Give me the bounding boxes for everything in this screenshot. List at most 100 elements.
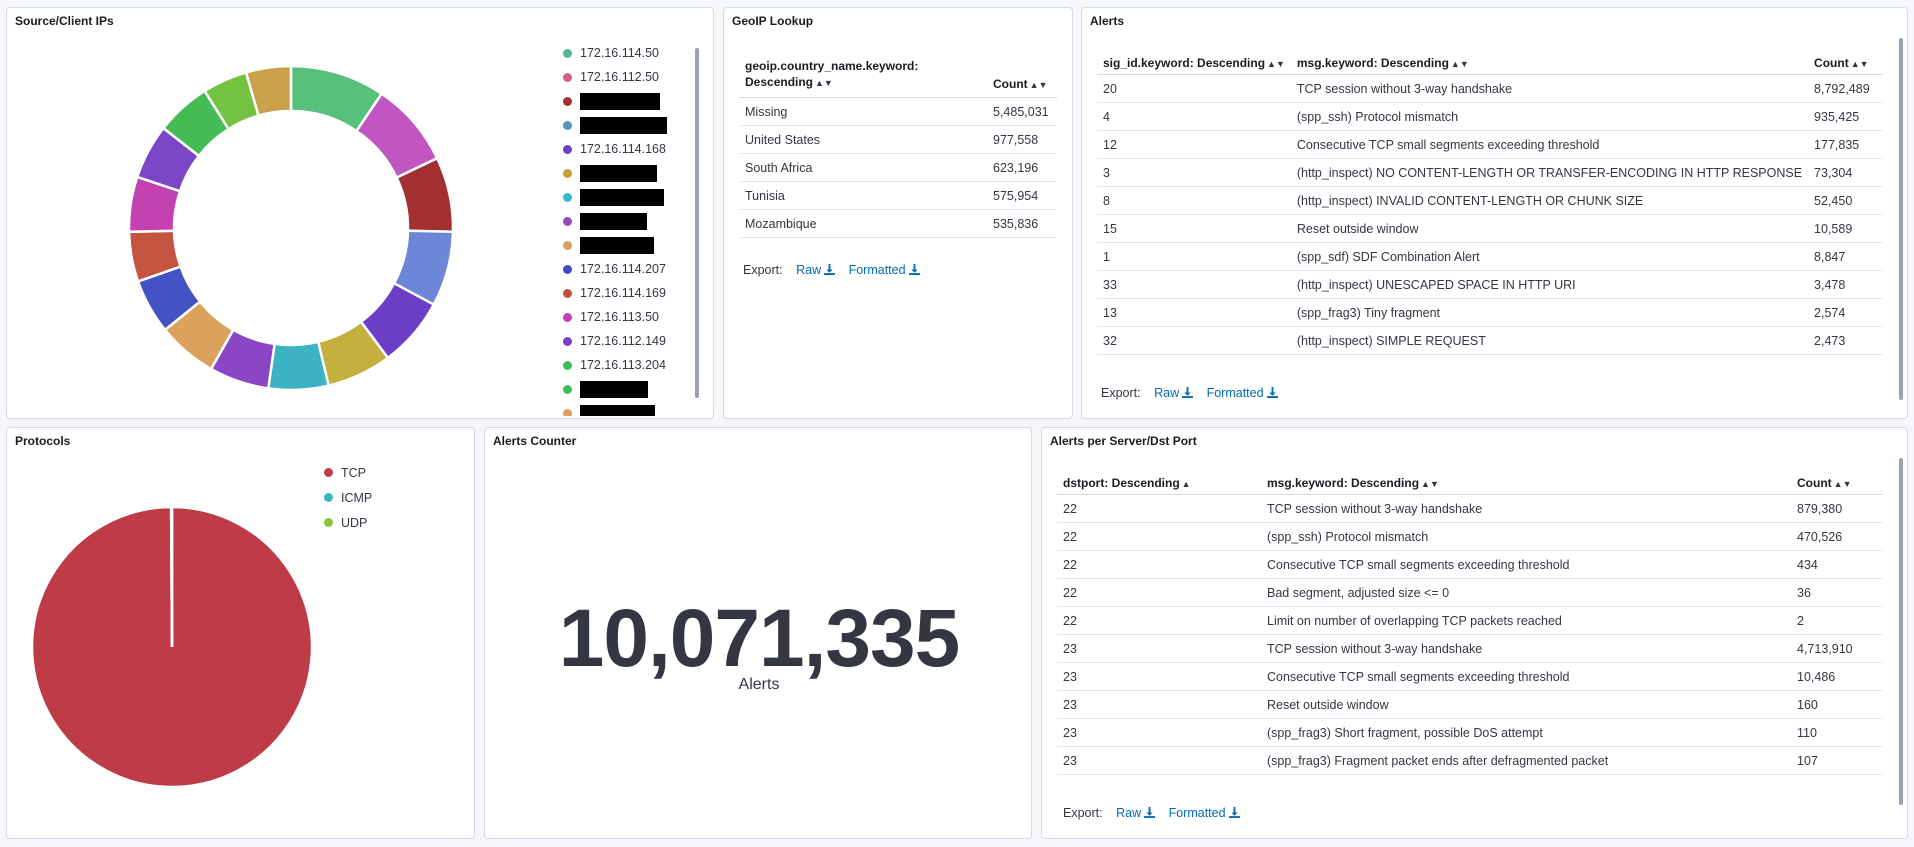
legend-color-dot bbox=[563, 240, 572, 250]
legend-item[interactable]: 172.16.114.207 bbox=[563, 257, 683, 281]
table-cell: 15 bbox=[1097, 214, 1291, 243]
export-label: Export: bbox=[743, 263, 783, 277]
export-label: Export: bbox=[1101, 386, 1141, 400]
legend-label: 172.16.114.207 bbox=[580, 262, 666, 276]
legend-color-dot bbox=[563, 384, 572, 394]
table-cell: 8,847 bbox=[1808, 242, 1883, 271]
table-row: 32 (http_inspect) SIMPLE REQUEST 2,473 bbox=[1097, 326, 1883, 355]
panel-title: Alerts per Server/Dst Port bbox=[1050, 434, 1197, 448]
legend-color-dot bbox=[563, 96, 572, 106]
table-cell: (spp_ssh) Protocol mismatch bbox=[1261, 522, 1791, 551]
alerts-port-msg-header[interactable]: msg.keyword: Descending ▲▼ bbox=[1261, 472, 1791, 495]
export-raw-link[interactable]: Raw bbox=[796, 263, 836, 277]
export-formatted-link[interactable]: Formatted bbox=[849, 263, 920, 277]
table-row: Missing 5,485,031 bbox=[739, 97, 1057, 126]
table-cell: Consecutive TCP small segments exceeding… bbox=[1261, 550, 1791, 579]
redacted-label bbox=[580, 188, 664, 206]
table-cell: 535,836 bbox=[987, 209, 1057, 238]
legend-item[interactable] bbox=[563, 89, 683, 113]
legend-item[interactable]: TCP bbox=[324, 460, 372, 485]
legend-item[interactable] bbox=[563, 377, 683, 401]
alerts-per-port-scrollbar[interactable] bbox=[1899, 458, 1903, 805]
export-raw-link[interactable]: Raw bbox=[1154, 386, 1194, 400]
legend-item[interactable]: UDP bbox=[324, 510, 372, 535]
geoip-country-header[interactable]: geoip.country_name.keyword: Descending ▲▼ bbox=[739, 54, 987, 98]
table-cell: TCP session without 3-way handshake bbox=[1290, 74, 1809, 103]
export-formatted-link[interactable]: Formatted bbox=[1207, 386, 1278, 400]
legend-item[interactable]: 172.16.114.169 bbox=[563, 281, 683, 305]
download-icon bbox=[1228, 807, 1240, 818]
table-cell: 935,425 bbox=[1808, 102, 1883, 131]
geoip-count-header[interactable]: Count ▲▼ bbox=[987, 54, 1057, 98]
table-cell: 470,526 bbox=[1791, 522, 1883, 551]
table-cell: 36 bbox=[1791, 578, 1883, 607]
export-raw-link[interactable]: Raw bbox=[1116, 806, 1156, 820]
table-cell: Reset outside window bbox=[1290, 214, 1809, 243]
table-cell: 22 bbox=[1057, 578, 1261, 607]
legend-item[interactable]: 172.16.113.204 bbox=[563, 353, 683, 377]
geoip-panel: GeoIP Lookup geoip.country_name.keyword:… bbox=[723, 7, 1073, 419]
table-cell: Limit on number of overlapping TCP packe… bbox=[1261, 606, 1791, 635]
alerts-counter-panel: Alerts Counter 10,071,335 Alerts bbox=[484, 427, 1032, 839]
table-row: 4 (spp_ssh) Protocol mismatch 935,425 bbox=[1097, 102, 1883, 131]
table-cell: 2,473 bbox=[1808, 326, 1883, 355]
legend-item[interactable] bbox=[563, 209, 683, 233]
alerts-count-header[interactable]: Count ▲▼ bbox=[1808, 52, 1883, 75]
legend-item[interactable]: 172.16.112.50 bbox=[563, 65, 683, 89]
table-cell: 575,954 bbox=[987, 181, 1057, 210]
table-cell: 434 bbox=[1791, 550, 1883, 579]
table-cell: 8 bbox=[1097, 186, 1291, 215]
legend-color-dot bbox=[563, 216, 572, 226]
alerts-port-count-header[interactable]: Count ▲▼ bbox=[1791, 472, 1883, 495]
legend-item[interactable]: ICMP bbox=[324, 485, 372, 510]
table-cell: 32 bbox=[1097, 326, 1291, 355]
protocols-panel: Protocols TCP ICMP UDP bbox=[6, 427, 475, 839]
table-cell: 107 bbox=[1791, 746, 1883, 775]
table-row: 1 (spp_sdf) SDF Combination Alert 8,847 bbox=[1097, 242, 1883, 271]
table-cell: 5,485,031 bbox=[987, 97, 1057, 126]
legend-item[interactable] bbox=[563, 401, 683, 416]
legend-item[interactable]: 172.16.114.168 bbox=[563, 137, 683, 161]
table-row: Mozambique 535,836 bbox=[739, 209, 1057, 238]
legend-item[interactable] bbox=[563, 113, 683, 137]
legend-color-dot bbox=[324, 493, 333, 502]
table-cell: 160 bbox=[1791, 690, 1883, 719]
table-cell: South Africa bbox=[739, 153, 987, 182]
redacted-label bbox=[580, 164, 657, 182]
table-cell: Mozambique bbox=[739, 209, 987, 238]
alerts-msg-header[interactable]: msg.keyword: Descending ▲▼ bbox=[1290, 52, 1809, 75]
table-row: South Africa 623,196 bbox=[739, 153, 1057, 182]
legend-label: 172.16.114.168 bbox=[580, 142, 666, 156]
legend-item[interactable]: 172.16.113.50 bbox=[563, 305, 683, 329]
alerts-counter-value: 10,071,335 bbox=[558, 593, 960, 684]
pie-slice--redacted-[interactable] bbox=[266, 340, 331, 392]
alerts-per-port-panel: Alerts per Server/Dst Port dstport: Desc… bbox=[1041, 427, 1908, 839]
legend-color-dot bbox=[563, 408, 572, 416]
legend-item[interactable] bbox=[563, 161, 683, 185]
table-cell: (http_inspect) SIMPLE REQUEST bbox=[1290, 326, 1809, 355]
legend-item[interactable] bbox=[563, 185, 683, 209]
legend-item[interactable]: 172.16.114.50 bbox=[563, 41, 683, 65]
export-formatted-link[interactable]: Formatted bbox=[1169, 806, 1240, 820]
table-row: 22 Consecutive TCP small segments exceedi… bbox=[1057, 550, 1883, 579]
table-cell: 4,713,910 bbox=[1791, 634, 1883, 663]
redacted-label bbox=[580, 92, 660, 110]
legend-color-dot bbox=[563, 312, 572, 322]
table-cell: 23 bbox=[1057, 634, 1261, 663]
alerts-sigid-header[interactable]: sig_id.keyword: Descending ▲▼ bbox=[1097, 52, 1291, 75]
redacted-label bbox=[580, 236, 654, 254]
table-cell: TCP session without 3-way handshake bbox=[1261, 634, 1791, 663]
legend-item[interactable] bbox=[563, 233, 683, 257]
legend-label: ICMP bbox=[341, 490, 373, 505]
dstport-header[interactable]: dstport: Descending ▲ bbox=[1057, 472, 1261, 495]
legend-scrollbar[interactable] bbox=[695, 48, 699, 398]
panel-title: GeoIP Lookup bbox=[732, 14, 814, 28]
legend-item[interactable]: 172.16.112.149 bbox=[563, 329, 683, 353]
alerts-scrollbar[interactable] bbox=[1899, 38, 1903, 400]
source-ips-donut-chart bbox=[127, 64, 455, 392]
legend-color-dot bbox=[563, 144, 572, 154]
legend-label: 172.16.114.169 bbox=[580, 286, 666, 300]
table-cell: 22 bbox=[1057, 550, 1261, 579]
table-cell: 33 bbox=[1097, 270, 1291, 299]
panel-title: Source/Client IPs bbox=[15, 14, 114, 28]
